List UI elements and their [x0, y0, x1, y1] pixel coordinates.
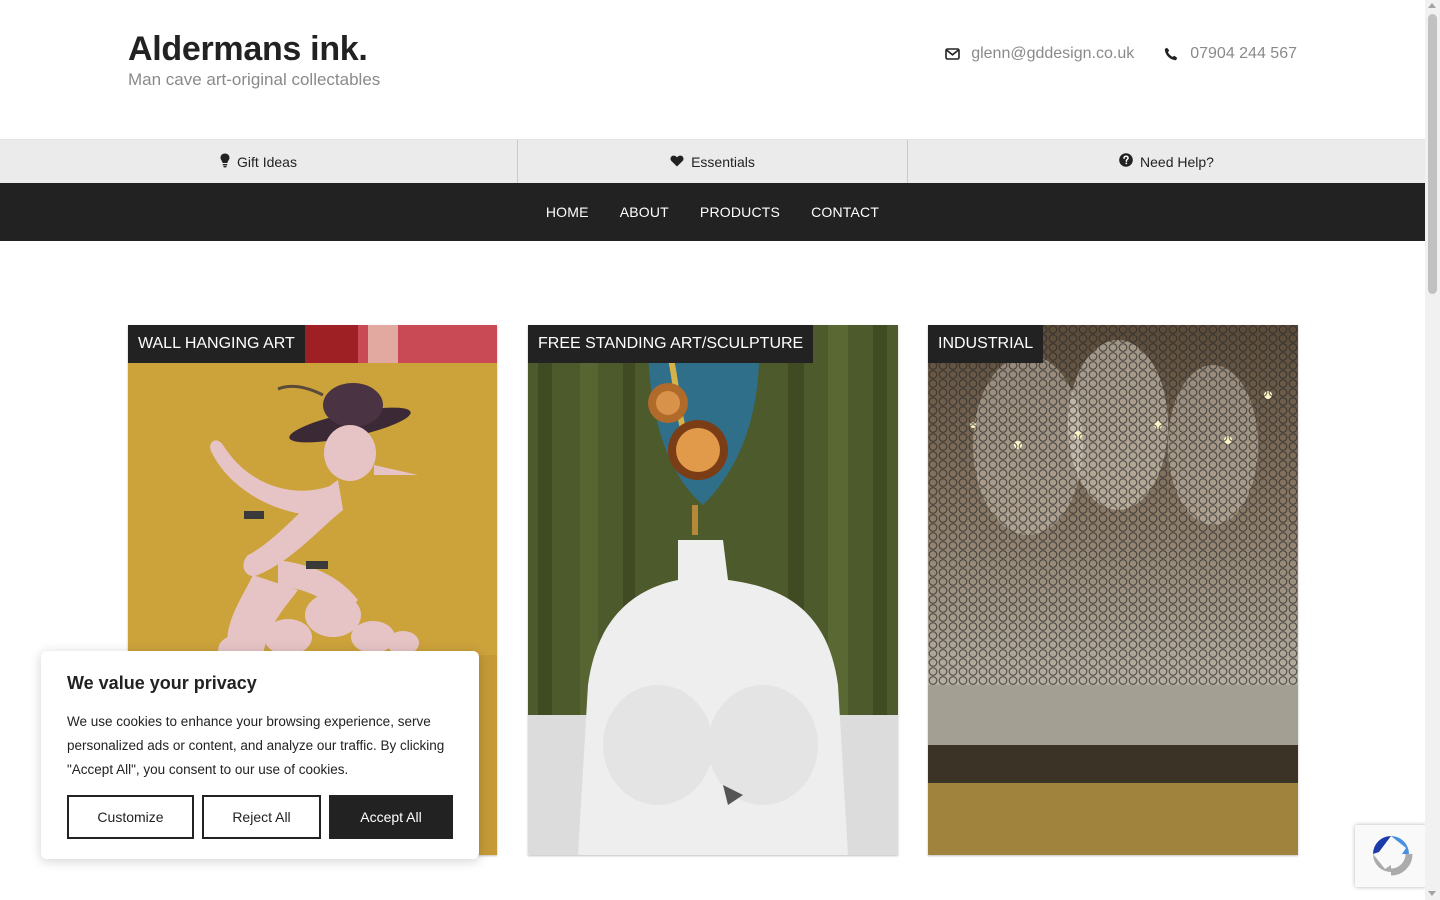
industrial-image	[928, 325, 1298, 855]
free-standing-art-image	[528, 325, 898, 855]
category-label: WALL HANGING ART	[128, 325, 305, 363]
nav-item-home[interactable]: HOME	[546, 204, 589, 220]
scroll-up-icon[interactable]	[1428, 3, 1436, 8]
customize-button[interactable]: Customize	[67, 795, 194, 839]
cookie-title: We value your privacy	[67, 673, 257, 693]
site-title[interactable]: Aldermans ink.	[128, 30, 368, 69]
topbar-item-label: Essentials	[691, 153, 755, 170]
reject-all-button[interactable]: Reject All	[202, 795, 321, 839]
scrollbar-thumb[interactable]	[1428, 14, 1437, 294]
category-label: INDUSTRIAL	[928, 325, 1044, 363]
lightbulb-icon	[220, 153, 230, 171]
topbar-item-need-help[interactable]: Need Help?	[908, 140, 1425, 183]
nav-item-contact[interactable]: CONTACT	[811, 204, 879, 220]
header-phone-link[interactable]: 07904 244 567	[1190, 45, 1297, 63]
category-label: FREE STANDING ART/SCULPTURE	[528, 325, 814, 363]
page-scrollbar[interactable]	[1425, 0, 1440, 900]
top-links-bar: Gift Ideas Essentials Need Help?	[0, 139, 1425, 183]
heart-icon	[670, 154, 684, 170]
category-tile-free-standing-art[interactable]: FREE STANDING ART/SCULPTURE	[528, 325, 898, 855]
envelope-icon	[943, 45, 961, 63]
topbar-item-label: Need Help?	[1140, 153, 1214, 170]
main-nav: HOME ABOUT PRODUCTS CONTACT	[0, 183, 1425, 241]
recaptcha-icon	[1369, 832, 1413, 881]
topbar-item-label: Gift Ideas	[237, 153, 297, 170]
scroll-down-icon[interactable]	[1428, 891, 1436, 896]
topbar-item-essentials[interactable]: Essentials	[518, 140, 908, 183]
accept-all-button[interactable]: Accept All	[329, 795, 453, 839]
nav-item-about[interactable]: ABOUT	[620, 204, 669, 220]
cookie-buttons: Customize Reject All Accept All	[67, 795, 453, 839]
question-circle-icon	[1119, 153, 1133, 170]
cookie-text: We use cookies to enhance your browsing …	[67, 714, 445, 777]
recaptcha-badge[interactable]	[1355, 825, 1425, 887]
site-header: Aldermans ink. Man cave art-original col…	[0, 0, 1425, 139]
header-contact: glenn@gddesign.co.uk 07904 244 567	[943, 45, 1297, 63]
phone-icon	[1162, 45, 1180, 63]
page: Aldermans ink. Man cave art-original col…	[0, 0, 1425, 900]
topbar-item-gift-ideas[interactable]: Gift Ideas	[0, 140, 518, 183]
category-tile-industrial[interactable]: INDUSTRIAL	[928, 325, 1298, 855]
nav-item-products[interactable]: PRODUCTS	[700, 204, 780, 220]
cookie-consent-banner: We value your privacy We use cookies to …	[41, 651, 479, 859]
header-email-link[interactable]: glenn@gddesign.co.uk	[971, 45, 1134, 63]
site-tagline: Man cave art-original collectables	[128, 70, 381, 89]
